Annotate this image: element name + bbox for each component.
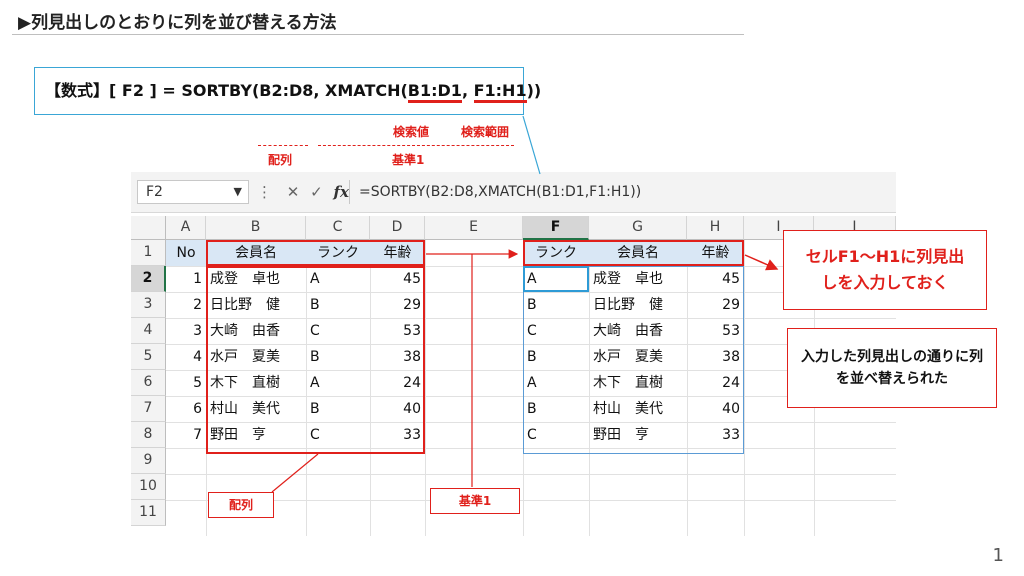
callout-arrow bbox=[744, 254, 779, 271]
callout-input-headers: セルF1～H1に列見出しを入力しておく bbox=[783, 230, 987, 310]
page-number: 1 bbox=[992, 545, 1004, 566]
formula-pointer-line bbox=[522, 115, 541, 175]
label-basis-bottom: 基準1 bbox=[430, 488, 520, 514]
label-array-bottom: 配列 bbox=[208, 492, 274, 518]
array-line bbox=[271, 453, 319, 493]
callout-result: 入力した列見出しの通りに列を並べ替えられた bbox=[787, 328, 997, 408]
